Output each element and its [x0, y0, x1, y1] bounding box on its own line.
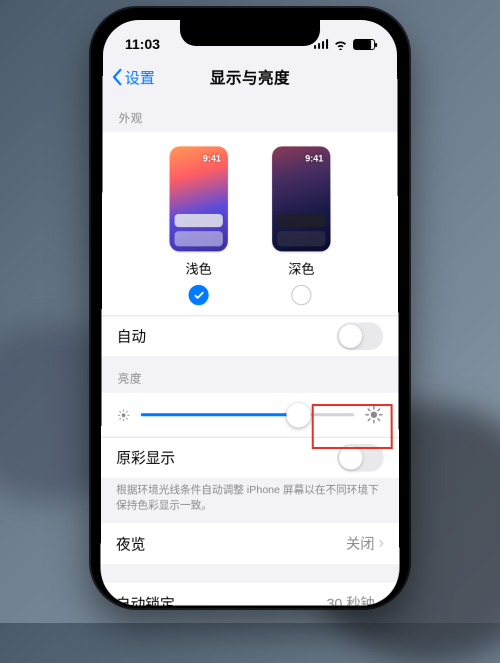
brightness-section-label: 亮度	[101, 356, 398, 393]
appearance-picker: 9:41 浅色 9:41 深色	[102, 132, 399, 315]
dark-mode-label: 深色	[288, 258, 314, 277]
thumbnail-clock: 9:41	[203, 153, 221, 163]
auto-lock-row[interactable]: 自动锁定 30 秒钟 ›	[100, 583, 399, 605]
thumbnail-clock: 9:41	[305, 153, 323, 163]
dark-mode-radio[interactable]	[291, 285, 311, 305]
appearance-option-light[interactable]: 9:41 浅色	[169, 146, 228, 305]
light-mode-label: 浅色	[186, 258, 212, 277]
notch	[180, 20, 320, 46]
auto-appearance-switch[interactable]	[337, 322, 384, 349]
appearance-section-label: 外观	[103, 96, 398, 132]
phone-frame: 11:03 设置 显示与亮度 外观 9:41	[91, 8, 409, 608]
nav-bar: 设置 显示与亮度	[103, 58, 398, 96]
sun-min-icon	[116, 408, 130, 422]
true-tone-row[interactable]: 原彩显示	[101, 437, 399, 478]
auto-appearance-label: 自动	[117, 326, 146, 347]
back-button[interactable]: 设置	[111, 67, 155, 88]
true-tone-description: 根据环境光线条件自动调整 iPhone 屏幕以在不同环境下保持色彩显示一致。	[101, 478, 399, 524]
page-title: 显示与亮度	[210, 66, 290, 88]
content-scroll[interactable]: 外观 9:41 浅色 9:41	[100, 96, 399, 605]
battery-icon	[353, 38, 375, 49]
auto-lock-value: 30 秒钟	[326, 593, 374, 605]
chevron-right-icon: ›	[379, 535, 384, 554]
wifi-icon	[333, 38, 348, 49]
light-mode-thumbnail: 9:41	[169, 146, 227, 251]
true-tone-switch[interactable]	[337, 444, 384, 472]
dark-mode-thumbnail: 9:41	[272, 146, 330, 251]
true-tone-label: 原彩显示	[116, 447, 175, 469]
status-time: 11:03	[125, 36, 160, 52]
appearance-option-dark[interactable]: 9:41 深色	[272, 146, 331, 305]
brightness-slider-row	[101, 393, 399, 437]
night-shift-label: 夜览	[116, 533, 146, 555]
status-indicators	[314, 38, 376, 49]
night-shift-row[interactable]: 夜览 关闭 ›	[101, 523, 400, 564]
auto-appearance-row[interactable]: 自动	[102, 315, 399, 356]
back-label: 设置	[125, 67, 155, 88]
screen: 11:03 设置 显示与亮度 外观 9:41	[100, 20, 399, 605]
chevron-left-icon	[111, 68, 123, 86]
light-mode-radio[interactable]	[188, 285, 208, 305]
night-shift-value: 关闭	[346, 534, 374, 555]
auto-lock-label: 自动锁定	[116, 593, 175, 606]
sun-max-icon	[364, 405, 383, 424]
brightness-slider-knob[interactable]	[287, 402, 311, 427]
checkmark-icon	[193, 289, 204, 300]
brightness-slider[interactable]	[141, 413, 354, 416]
